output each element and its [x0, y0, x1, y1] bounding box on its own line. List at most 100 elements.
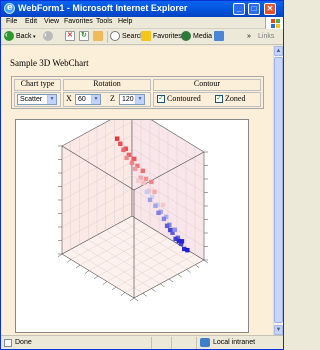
- links-button[interactable]: Links: [258, 31, 274, 43]
- data-point: [147, 197, 153, 203]
- data-point: [141, 180, 146, 186]
- menu-tools[interactable]: Tools: [96, 18, 112, 25]
- data-point: [121, 147, 126, 153]
- data-point: [160, 202, 166, 208]
- data-point: [168, 227, 173, 233]
- status-divider: [171, 337, 172, 349]
- scroll-up-icon[interactable]: ▲: [274, 46, 283, 56]
- vertical-scrollbar[interactable]: ▲ ▼: [273, 46, 283, 335]
- chevron-down-icon: ▼: [135, 95, 144, 104]
- stop-button[interactable]: ✕: [65, 31, 77, 43]
- data-point: [152, 189, 157, 195]
- status-divider: [151, 337, 152, 349]
- y-tick: [186, 269, 191, 273]
- forward-arrow-icon: ›: [43, 30, 53, 42]
- close-button[interactable]: ✕: [264, 3, 276, 15]
- home-button[interactable]: [93, 31, 105, 43]
- maximize-button[interactable]: □: [248, 3, 260, 15]
- search-button[interactable]: Search: [110, 31, 144, 43]
- status-text: Done: [15, 339, 32, 346]
- chart-3d-scatter: [15, 119, 249, 333]
- chart-svg: [57, 120, 209, 302]
- contoured-label: Contoured: [167, 94, 201, 103]
- toolbar-chevron[interactable]: »: [247, 31, 251, 43]
- data-point: [114, 136, 120, 141]
- x-tick: [57, 253, 63, 258]
- data-point: [153, 203, 158, 209]
- chart-controls-table: Chart type Rotation Contour Scatter ▼ X …: [11, 76, 264, 109]
- refresh-button[interactable]: ↻: [79, 31, 91, 43]
- data-point: [156, 210, 161, 216]
- toolbar-separator: [107, 31, 108, 43]
- x-tick: [102, 281, 108, 285]
- minimize-button[interactable]: _: [233, 3, 245, 15]
- data-point: [172, 227, 177, 232]
- y-tick: [142, 293, 147, 297]
- home-icon: [93, 31, 103, 42]
- favorites-button[interactable]: Favorites: [141, 31, 182, 43]
- chart-type-select[interactable]: Scatter ▼: [17, 94, 57, 105]
- rotation-z-select[interactable]: 120 ▼: [119, 94, 145, 105]
- y-tick: [133, 297, 139, 302]
- data-point: [144, 189, 150, 195]
- data-point: [149, 179, 154, 185]
- menu-help[interactable]: Help: [118, 18, 132, 25]
- chart-type-header: Chart type: [20, 79, 55, 88]
- zone-label: Local intranet: [213, 339, 256, 346]
- status-divider: [196, 337, 197, 349]
- intranet-zone-icon: [200, 338, 210, 347]
- data-point: [164, 223, 170, 229]
- menu-favorites[interactable]: Favorites: [64, 18, 93, 25]
- rotation-x-select[interactable]: 60 ▼: [75, 94, 101, 105]
- y-tick: [168, 278, 174, 283]
- title-bar[interactable]: e WebForm1 - Microsoft Internet Explorer…: [1, 1, 283, 17]
- scroll-thumb[interactable]: [274, 57, 283, 323]
- stop-icon: ✕: [65, 31, 75, 42]
- x-tick: [111, 286, 117, 291]
- ie-logo-icon: e: [4, 3, 15, 14]
- data-point: [118, 141, 123, 146]
- forward-button[interactable]: ›: [43, 30, 55, 43]
- menu-view[interactable]: View: [44, 18, 59, 25]
- y-tick: [203, 259, 209, 264]
- data-point: [124, 155, 129, 161]
- zoned-checkbox[interactable]: ✓: [215, 95, 223, 103]
- windows-logo-icon: [265, 17, 283, 29]
- data-point: [136, 178, 141, 183]
- x-tick: [93, 275, 99, 280]
- data-point: [132, 156, 137, 162]
- data-point: [143, 176, 149, 182]
- y-tick: [177, 274, 182, 278]
- back-button[interactable]: ‹ Back ▾: [4, 30, 35, 43]
- data-point: [140, 168, 146, 174]
- data-point: [161, 216, 167, 222]
- x-tick: [75, 264, 81, 269]
- x-tick: [120, 292, 126, 296]
- history-icon: [214, 31, 224, 42]
- window-title: WebForm1 - Microsoft Internet Explorer: [18, 3, 188, 13]
- menu-file[interactable]: File: [6, 18, 17, 25]
- page-done-icon: [4, 339, 12, 347]
- media-button[interactable]: Media: [181, 31, 212, 43]
- y-tick: [195, 264, 200, 268]
- data-point: [179, 239, 185, 244]
- refresh-icon: ↻: [79, 31, 89, 42]
- star-icon: [141, 31, 151, 42]
- menu-edit[interactable]: Edit: [25, 18, 37, 25]
- history-button[interactable]: [214, 31, 226, 43]
- data-point: [132, 166, 138, 172]
- status-bar: Done Local intranet: [1, 335, 283, 349]
- search-icon: [110, 31, 120, 42]
- chevron-down-icon: ▼: [91, 95, 100, 104]
- scroll-down-icon[interactable]: ▼: [274, 325, 283, 335]
- data-point: [129, 160, 135, 166]
- browser-window: e WebForm1 - Microsoft Internet Explorer…: [0, 0, 284, 350]
- rotation-x-label: X: [66, 94, 72, 103]
- toolbar: ‹ Back ▾ › ✕ ↻ Search Favorites Media » L…: [1, 29, 283, 45]
- contoured-checkbox[interactable]: ✓: [157, 95, 165, 103]
- data-point: [185, 247, 190, 253]
- chevron-down-icon: ▼: [47, 95, 56, 104]
- menu-bar: File Edit View Favorites Tools Help: [1, 17, 283, 29]
- rotation-z-label: Z: [110, 94, 115, 103]
- y-tick: [160, 283, 165, 287]
